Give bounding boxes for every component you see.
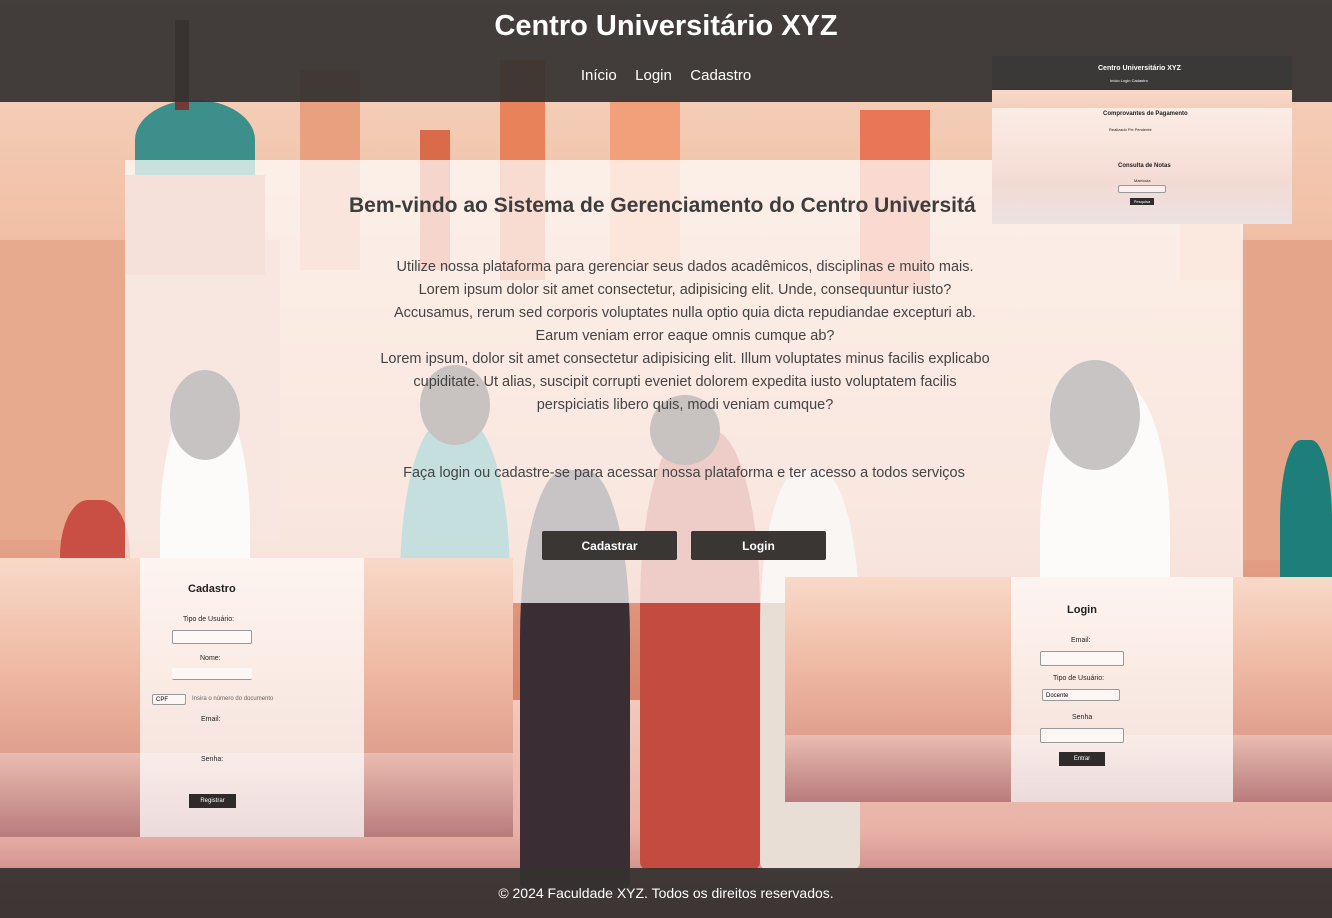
login-email-label: Email: bbox=[1071, 637, 1091, 644]
matricula-label: Matrícula bbox=[1134, 178, 1151, 183]
notas-section-title: Consulta de Notas bbox=[1118, 163, 1171, 169]
pagamento-row: Realizado Pix Pendente bbox=[1109, 127, 1152, 132]
intro-text: Utilize nossa plataforma para gerenciar … bbox=[380, 256, 990, 417]
site-footer: © 2024 Faculdade XYZ. Todos os direitos … bbox=[0, 868, 1332, 918]
cadastro-nome-label: Nome: bbox=[200, 655, 221, 662]
login-tipo-select[interactable]: Docente bbox=[1042, 689, 1120, 701]
entrar-button[interactable]: Entrar bbox=[1059, 752, 1105, 766]
intro-paragraph: Lorem ipsum dolor sit amet consectetur, … bbox=[394, 282, 976, 344]
welcome-heading: Bem-vindo ao Sistema de Gerenciamento do… bbox=[349, 194, 976, 217]
registrar-button[interactable]: Registrar bbox=[189, 794, 236, 808]
intro-paragraph: Lorem ipsum, dolor sit amet consectetur … bbox=[380, 351, 990, 413]
cadastro-tipo-label: Tipo de Usuário: bbox=[183, 616, 235, 623]
login-email-field[interactable] bbox=[1040, 651, 1124, 666]
pesquisa-button[interactable]: Pesquisa bbox=[1130, 198, 1154, 205]
pagamento-section-title: Comprovantes de Pagamento bbox=[1103, 111, 1188, 117]
login-tipo-label: Tipo de Usuário: bbox=[1053, 675, 1105, 682]
cadastro-email-label: Email: bbox=[201, 716, 221, 723]
login-button[interactable]: Login bbox=[691, 531, 826, 560]
login-preview-title: Login bbox=[1067, 604, 1097, 616]
matricula-field[interactable] bbox=[1118, 185, 1166, 193]
site-title: Centro Universitário XYZ bbox=[494, 10, 838, 42]
login-senha-field[interactable] bbox=[1040, 728, 1124, 743]
nav-link-login[interactable]: Login bbox=[635, 67, 672, 84]
pagamento-site-title: Centro Universitário XYZ bbox=[1098, 65, 1181, 72]
cta-text: Faça login ou cadastre-se para acessar n… bbox=[403, 465, 965, 481]
nav-link-inicio[interactable]: Início bbox=[581, 67, 617, 84]
nav-link-cadastro[interactable]: Cadastro bbox=[690, 67, 751, 84]
cadastro-tipo-select[interactable] bbox=[172, 630, 252, 644]
cadastrar-button[interactable]: Cadastrar bbox=[542, 531, 677, 560]
welcome-card: Bem-vindo ao Sistema de Gerenciamento do… bbox=[125, 160, 1243, 603]
login-preview: Login Email: Tipo de Usuário: Docente Se… bbox=[785, 577, 1332, 802]
login-senha-label: Senha bbox=[1072, 714, 1093, 721]
cadastro-doc-select[interactable]: CPF bbox=[152, 694, 186, 705]
footer-text: © 2024 Faculdade XYZ. Todos os direitos … bbox=[498, 885, 834, 901]
intro-paragraph: Utilize nossa plataforma para gerenciar … bbox=[396, 259, 974, 275]
cadastro-nome-field[interactable] bbox=[172, 668, 252, 680]
pagamento-preview: Centro Universitário XYZ Início Login Ca… bbox=[992, 56, 1292, 224]
pagamento-nav: Início Login Cadastro bbox=[1110, 78, 1148, 83]
cadastro-preview-title: Cadastro bbox=[188, 583, 236, 595]
cadastro-doc-input[interactable]: Insira o número do documento bbox=[192, 696, 273, 702]
cadastro-senha-label: Senha: bbox=[201, 756, 224, 763]
cadastro-preview: Cadastro Tipo de Usuário: Nome: CPF Insi… bbox=[0, 558, 513, 837]
